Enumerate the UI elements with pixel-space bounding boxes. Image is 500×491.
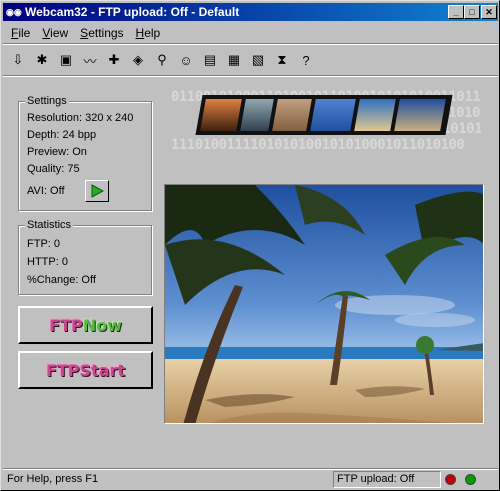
download-icon[interactable]: ⇩ xyxy=(7,49,29,71)
close-button[interactable]: ✕ xyxy=(481,5,497,19)
save-icon[interactable]: ▣ xyxy=(55,49,77,71)
help-icon[interactable]: ? xyxy=(295,49,317,71)
webcam-preview-image xyxy=(164,184,484,424)
status-ftp-panel: FTP upload: Off xyxy=(333,471,441,488)
avi-play-button[interactable] xyxy=(85,180,109,202)
ftp-now-label-a: FTP xyxy=(49,315,83,335)
hourglass-icon[interactable]: ⧗ xyxy=(271,49,293,71)
menu-settings[interactable]: Settings xyxy=(74,24,129,42)
quality-text: Quality: 75 xyxy=(27,163,80,175)
menu-help[interactable]: Help xyxy=(130,24,167,42)
ftp-start-label-b: Start xyxy=(79,360,126,380)
menu-bar: File View Settings Help xyxy=(5,24,166,42)
webcam-app-icon: ◉◉ xyxy=(6,7,22,17)
filmstrip-graphic xyxy=(195,95,453,135)
statistics-group: Statistics FTP: 0 HTTP: 0 %Change: Off xyxy=(18,219,152,295)
play-icon xyxy=(91,184,104,198)
binary-row: 1110100111101010100101010001011010100 xyxy=(171,137,465,153)
resolution-text: Resolution: 320 x 240 xyxy=(27,112,134,124)
palette-icon[interactable]: ◈ xyxy=(127,49,149,71)
plus-cross-icon[interactable]: ✚ xyxy=(103,49,125,71)
red-led-icon xyxy=(445,474,456,485)
app-window: ◉◉ Webcam32 - FTP upload: Off - Default … xyxy=(0,0,500,491)
bluetooth-icon[interactable]: ✱ xyxy=(31,49,53,71)
screen-icon[interactable]: ▧ xyxy=(247,49,269,71)
wave-icon[interactable]: 〰 xyxy=(79,49,101,71)
menu-separator xyxy=(3,43,498,45)
magnifier-icon[interactable]: ⚲ xyxy=(151,49,173,71)
window-title: Webcam32 - FTP upload: Off - Default xyxy=(25,5,240,19)
avi-text: AVI: Off xyxy=(27,185,65,197)
edit-icon[interactable]: ▤ xyxy=(199,49,221,71)
toolbar: ⇩ ✱ ▣ 〰 ✚ ◈ ⚲ ☺ ▤ ▦ ▧ ⧗ ? xyxy=(7,49,317,73)
settings-label: Settings xyxy=(25,95,69,107)
statistics-label: Statistics xyxy=(25,219,74,231)
ftp-start-button[interactable]: FTP Start xyxy=(18,351,153,389)
title-bar[interactable]: ◉◉ Webcam32 - FTP upload: Off - Default … xyxy=(3,3,498,21)
beach-palm-picture xyxy=(165,185,483,423)
ftp-now-label-b: Now xyxy=(82,315,122,335)
settings-group: Settings Resolution: 320 x 240 Depth: 24… xyxy=(18,95,152,211)
change-text: %Change: Off xyxy=(27,274,96,286)
minimize-button[interactable]: _ xyxy=(448,5,464,19)
ftp-count-text: FTP: 0 xyxy=(27,238,61,250)
ftp-start-label-a: FTP xyxy=(45,360,80,380)
maximize-button[interactable]: □ xyxy=(464,5,480,19)
smiley-icon[interactable]: ☺ xyxy=(175,49,197,71)
green-led-icon xyxy=(465,474,476,485)
depth-text: Depth: 24 bpp xyxy=(27,129,97,141)
http-count-text: HTTP: 0 xyxy=(27,256,68,268)
preview-text: Preview: On xyxy=(27,146,87,158)
menu-file[interactable]: File xyxy=(5,24,36,42)
status-bar: For Help, press F1 FTP upload: Off xyxy=(3,470,498,490)
filmstrip-icon[interactable]: ▦ xyxy=(223,49,245,71)
status-help-text: For Help, press F1 xyxy=(7,473,99,485)
toolbar-separator xyxy=(3,75,498,77)
menu-view[interactable]: View xyxy=(36,24,74,42)
ftp-now-button[interactable]: FTP Now xyxy=(18,306,153,344)
webcam32-logo-banner: 011001010001101001011010010101010011011 … xyxy=(171,81,481,157)
